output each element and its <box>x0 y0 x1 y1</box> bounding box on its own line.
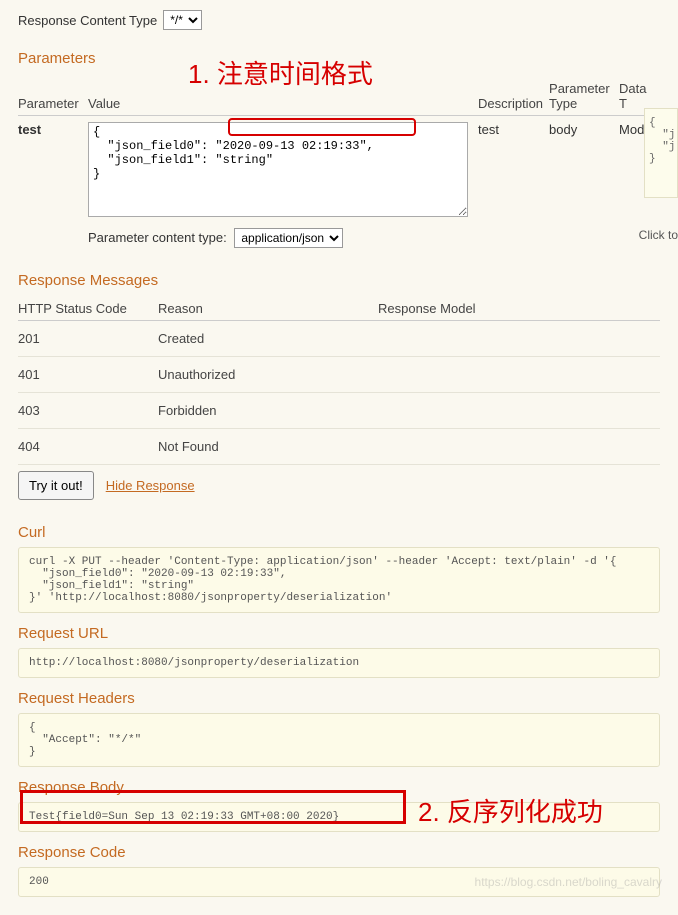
col-parameter-type: Parameter Type <box>549 73 619 116</box>
parameters-title: Parameters <box>18 50 660 67</box>
response-body-title: Response Body <box>18 779 660 796</box>
table-row: 401Unauthorized <box>18 357 660 393</box>
try-it-out-button[interactable]: Try it out! <box>18 471 94 500</box>
param-name: test <box>18 122 41 137</box>
col-value: Value <box>88 73 478 116</box>
response-body-output: Test{field0=Sun Sep 13 02:19:33 GMT+08:0… <box>18 802 660 832</box>
curl-title: Curl <box>18 524 660 541</box>
request-headers-output: { "Accept": "*/*" } <box>18 713 660 767</box>
param-type: body <box>549 116 619 253</box>
parameters-table: Parameter Value Description Parameter Ty… <box>18 73 660 252</box>
request-headers-title: Request Headers <box>18 690 660 707</box>
param-description: test <box>478 116 549 253</box>
response-code-title: Response Code <box>18 844 660 861</box>
response-content-type-select[interactable]: */* <box>163 10 202 30</box>
parameter-content-type-label: Parameter content type: <box>88 230 227 245</box>
hide-response-link[interactable]: Hide Response <box>106 478 195 493</box>
table-row: 404Not Found <box>18 429 660 465</box>
table-row: 201Created <box>18 321 660 357</box>
response-content-type-label: Response Content Type <box>18 13 157 28</box>
table-row: 403Forbidden <box>18 393 660 429</box>
parameter-content-type-select[interactable]: application/json <box>234 228 343 248</box>
col-description: Description <box>478 73 549 116</box>
col-response-model: Response Model <box>378 295 660 321</box>
col-parameter: Parameter <box>18 73 88 116</box>
table-row: test Parameter content type: application… <box>18 116 660 253</box>
request-url-title: Request URL <box>18 625 660 642</box>
request-url-output: http://localhost:8080/jsonproperty/deser… <box>18 648 660 678</box>
response-messages-table: HTTP Status Code Reason Response Model 2… <box>18 295 660 465</box>
col-reason: Reason <box>158 295 378 321</box>
click-to-hint: Click to <box>639 228 678 242</box>
col-status-code: HTTP Status Code <box>18 295 158 321</box>
schema-box: { "j "j } <box>644 108 678 198</box>
response-code-output: 200 <box>18 867 660 897</box>
response-messages-title: Response Messages <box>18 272 660 289</box>
param-value-textarea[interactable] <box>88 122 468 217</box>
curl-output: curl -X PUT --header 'Content-Type: appl… <box>18 547 660 613</box>
